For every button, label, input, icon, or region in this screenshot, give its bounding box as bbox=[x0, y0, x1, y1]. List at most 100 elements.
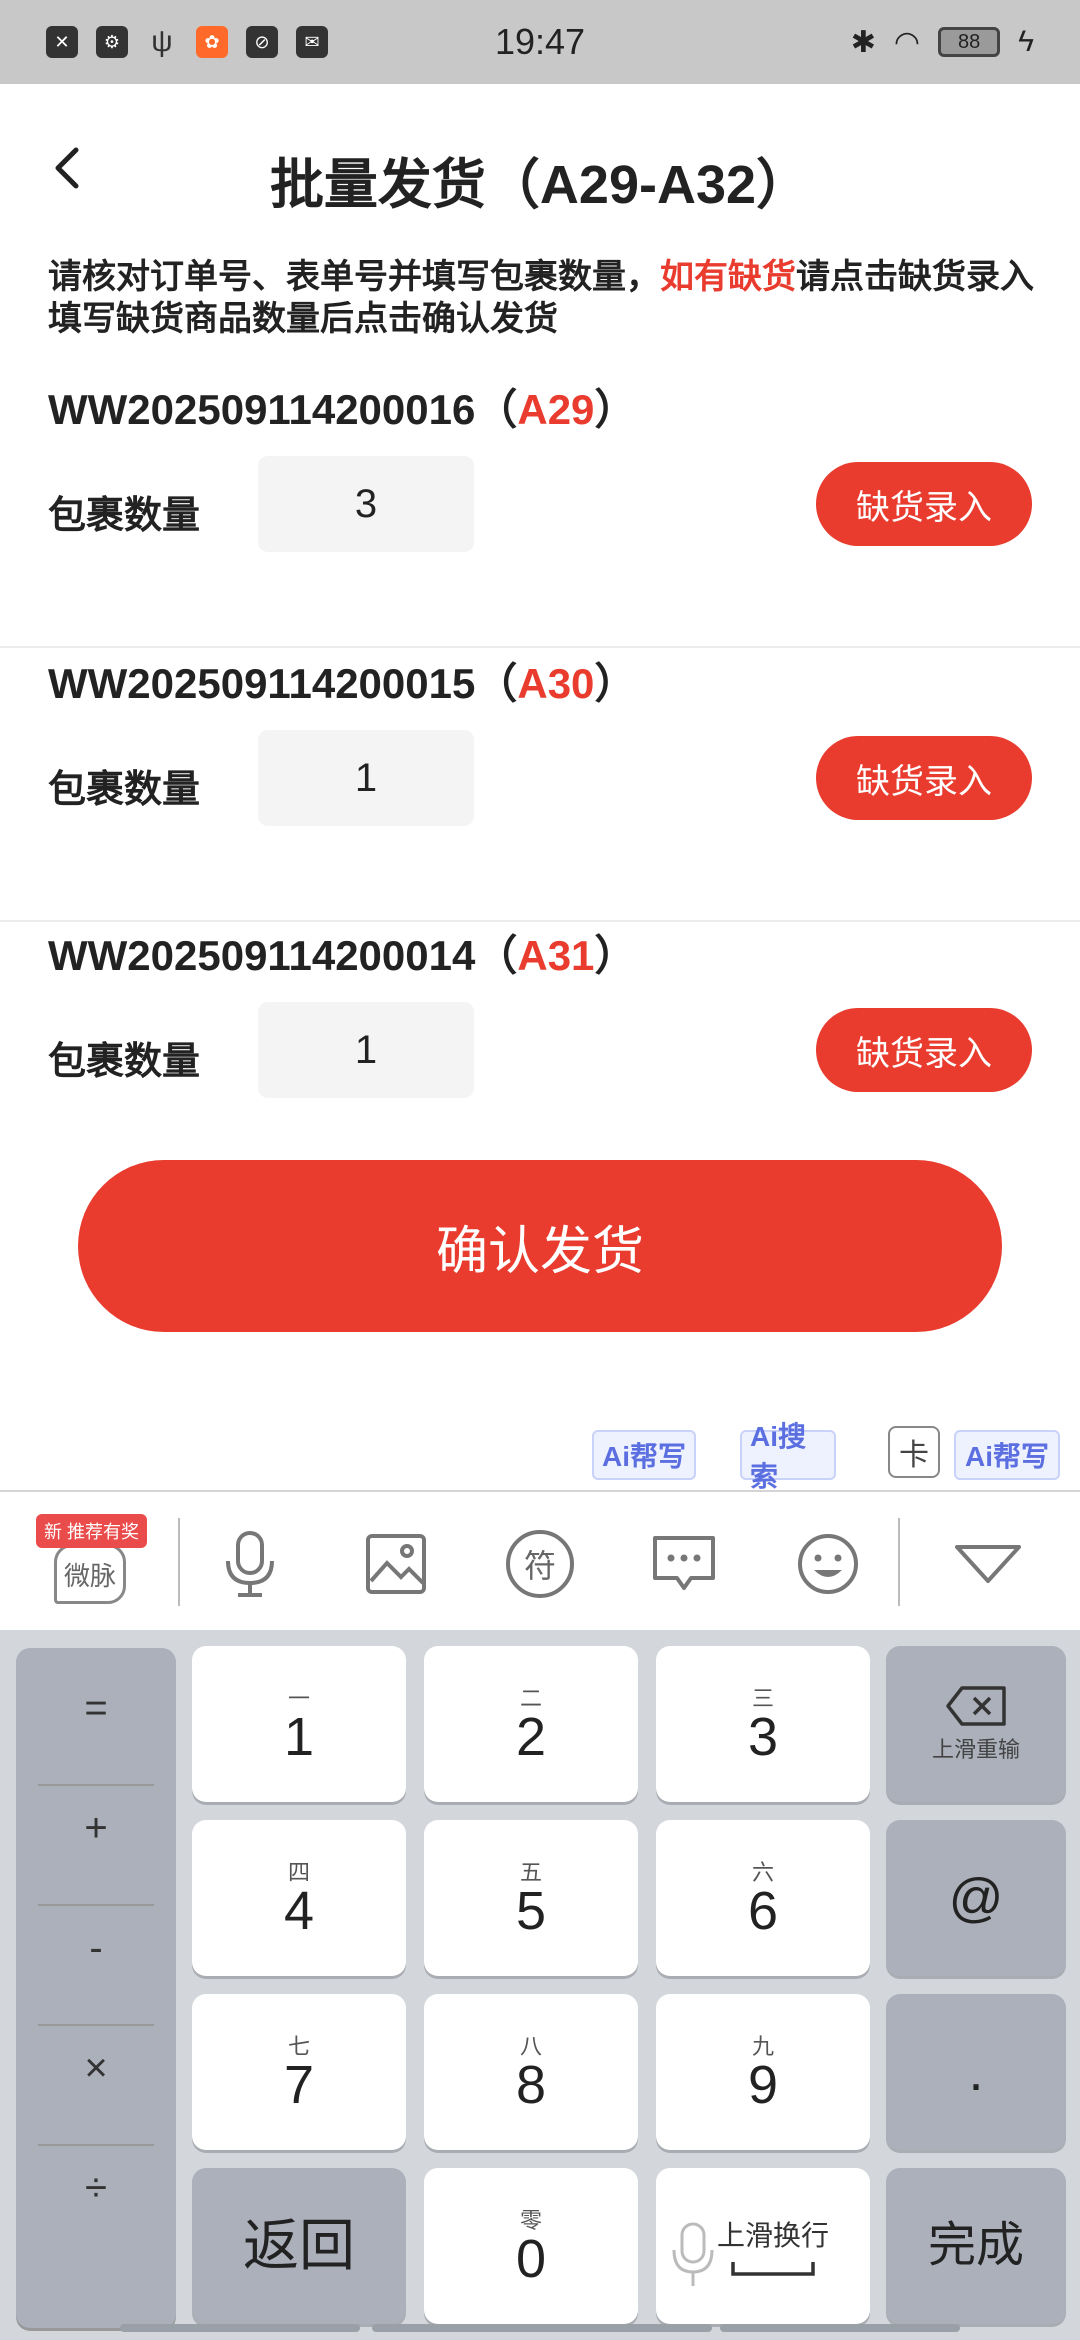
key-main: 6 bbox=[747, 1881, 779, 1941]
emoji-icon[interactable] bbox=[790, 1526, 866, 1602]
link-icon: ⊘ bbox=[246, 26, 278, 58]
key-main: 3 bbox=[747, 1707, 779, 1767]
order-block: WW202509114200014（A31） 包裹数量 缺货录入 bbox=[0, 922, 1080, 1194]
package-qty-label: 包裹数量 bbox=[48, 495, 201, 537]
collapse-keyboard-icon[interactable] bbox=[950, 1526, 1026, 1602]
bluetooth-icon: ✱ bbox=[850, 25, 876, 59]
divider bbox=[0, 646, 1080, 648]
key-divide[interactable]: ÷ bbox=[16, 2128, 176, 2248]
key-sub: 八 bbox=[519, 2034, 542, 2059]
order-number: WW202509114200015（A30） bbox=[48, 650, 636, 711]
instruction-highlight: 如有缺货 bbox=[660, 258, 796, 296]
key-main: 9 bbox=[747, 2055, 779, 2115]
key-multiply[interactable]: × bbox=[16, 2008, 176, 2128]
paren-close: ） bbox=[594, 660, 637, 707]
back-key[interactable]: 返回 bbox=[192, 2168, 406, 2324]
package-qty-input[interactable] bbox=[258, 730, 474, 826]
order-code: A29 bbox=[517, 386, 595, 433]
order-code: A31 bbox=[517, 932, 595, 979]
shortage-entry-button[interactable]: 缺货录入 bbox=[816, 462, 1032, 546]
key-main: 4 bbox=[283, 1881, 315, 1941]
key-minus[interactable]: - bbox=[16, 1888, 176, 2008]
key-dot[interactable]: . bbox=[886, 1994, 1066, 2150]
toolbar-separator bbox=[178, 1518, 180, 1606]
shortage-entry-button[interactable]: 缺货录入 bbox=[816, 736, 1032, 820]
key-sub: 四 bbox=[287, 1860, 310, 1885]
key-6[interactable]: 六6 bbox=[656, 1820, 870, 1976]
shortage-entry-button[interactable]: 缺货录入 bbox=[816, 1008, 1032, 1092]
key-at[interactable]: @ bbox=[886, 1820, 1066, 1976]
symbol-icon[interactable]: 符 bbox=[502, 1526, 578, 1602]
instruction-part1: 请核对订单号、表单号并填写包裹数量， bbox=[48, 258, 660, 296]
voice-input-icon bbox=[672, 2222, 714, 2286]
ai-search-chip[interactable]: Ai搜索 bbox=[740, 1421, 836, 1492]
chat-icon[interactable] bbox=[646, 1526, 722, 1602]
key-5[interactable]: 五5 bbox=[424, 1820, 638, 1976]
key-sub: 七 bbox=[287, 2034, 310, 2059]
paren-open: （ bbox=[475, 932, 518, 979]
key-plus[interactable]: + bbox=[16, 1768, 176, 1888]
notification-icons: ✕ ⚙ ψ ✿ ⊘ ✉ bbox=[46, 25, 328, 58]
order-id-text: WW202509114200016 bbox=[48, 386, 476, 433]
gesture-bar bbox=[372, 2324, 712, 2332]
delete-key[interactable]: 上滑重输 bbox=[886, 1646, 1066, 1802]
backspace-icon bbox=[946, 1686, 1006, 1726]
key-main: . bbox=[968, 2042, 984, 2102]
package-qty-label: 包裹数量 bbox=[48, 769, 201, 811]
key-0[interactable]: 零0 bbox=[424, 2168, 638, 2324]
key-main: 8 bbox=[515, 2055, 547, 2115]
page-title: 批量发货（A29-A32） bbox=[269, 155, 811, 215]
order-id-text: WW202509114200014 bbox=[48, 932, 476, 979]
package-qty-input[interactable] bbox=[258, 456, 474, 552]
status-bar: ✕ ⚙ ψ ✿ ⊘ ✉ 19:47 ✱ ◠ 88 ϟ bbox=[0, 0, 1080, 84]
symbol-label: 符 bbox=[506, 1530, 574, 1598]
key-sub: 零 bbox=[519, 2208, 542, 2233]
key-9[interactable]: 九9 bbox=[656, 1994, 870, 2150]
key-sub: 一 bbox=[287, 1686, 310, 1711]
paren-open: （ bbox=[475, 386, 518, 433]
order-number: WW202509114200016（A29） bbox=[48, 376, 636, 437]
key-3[interactable]: 三3 bbox=[656, 1646, 870, 1802]
key-main: 1 bbox=[283, 1707, 315, 1767]
microphone-icon[interactable] bbox=[212, 1526, 288, 1602]
order-block: WW202509114200016（A29） 包裹数量 缺货录入 bbox=[0, 376, 1080, 648]
key-4[interactable]: 四4 bbox=[192, 1820, 406, 1976]
operator-column: = + - × ÷ bbox=[16, 1648, 176, 2328]
key-main: 5 bbox=[515, 1881, 547, 1941]
space-bar-icon bbox=[731, 2262, 815, 2276]
toolbar-separator bbox=[898, 1518, 900, 1606]
key-equals[interactable]: = bbox=[16, 1648, 176, 1768]
battery-level: 88 bbox=[957, 30, 981, 53]
delete-hint: 上滑重输 bbox=[931, 1737, 1020, 1762]
key-7[interactable]: 七7 bbox=[192, 1994, 406, 2150]
charging-icon: ϟ bbox=[1018, 25, 1034, 58]
key-sub: 五 bbox=[519, 1860, 542, 1885]
instruction-text: 请核对订单号、表单号并填写包裹数量，如有缺货请点击缺货录入填写缺货商品数量后点击… bbox=[48, 256, 1038, 340]
page-header: 批量发货（A29-A32） bbox=[0, 84, 1080, 254]
done-key[interactable]: 完成 bbox=[886, 2168, 1066, 2324]
paren-close: ） bbox=[594, 932, 637, 979]
ai-write-chip[interactable]: Ai帮写 bbox=[592, 1430, 696, 1480]
key-2[interactable]: 二2 bbox=[424, 1646, 638, 1802]
card-chip[interactable]: 卡 bbox=[888, 1426, 940, 1478]
gesture-bar bbox=[720, 2324, 960, 2332]
order-number: WW202509114200014（A31） bbox=[48, 922, 636, 983]
wifi-icon: ◠ bbox=[893, 25, 921, 59]
confirm-shipment-button[interactable]: 确认发货 bbox=[78, 1160, 1002, 1332]
weimai-button[interactable]: 微脉 bbox=[54, 1544, 126, 1604]
app-icon: ✿ bbox=[196, 26, 228, 58]
package-qty-input[interactable] bbox=[258, 1002, 474, 1098]
battery-icon: 88 bbox=[938, 27, 1001, 57]
space-key[interactable]: 上滑换行 bbox=[656, 2168, 870, 2324]
image-icon[interactable] bbox=[358, 1526, 434, 1602]
key-1[interactable]: 一1 bbox=[192, 1646, 406, 1802]
key-main: 2 bbox=[515, 1707, 547, 1767]
ai-write-chip-2[interactable]: Ai帮写 bbox=[954, 1430, 1060, 1480]
space-hint: 上滑换行 bbox=[716, 2220, 829, 2251]
paren-close: ） bbox=[594, 386, 637, 433]
package-qty-label: 包裹数量 bbox=[48, 1041, 201, 1083]
paren-open: （ bbox=[475, 660, 518, 707]
key-8[interactable]: 八8 bbox=[424, 1994, 638, 2150]
key-main: 完成 bbox=[927, 2219, 1024, 2272]
order-code: A30 bbox=[517, 660, 595, 707]
